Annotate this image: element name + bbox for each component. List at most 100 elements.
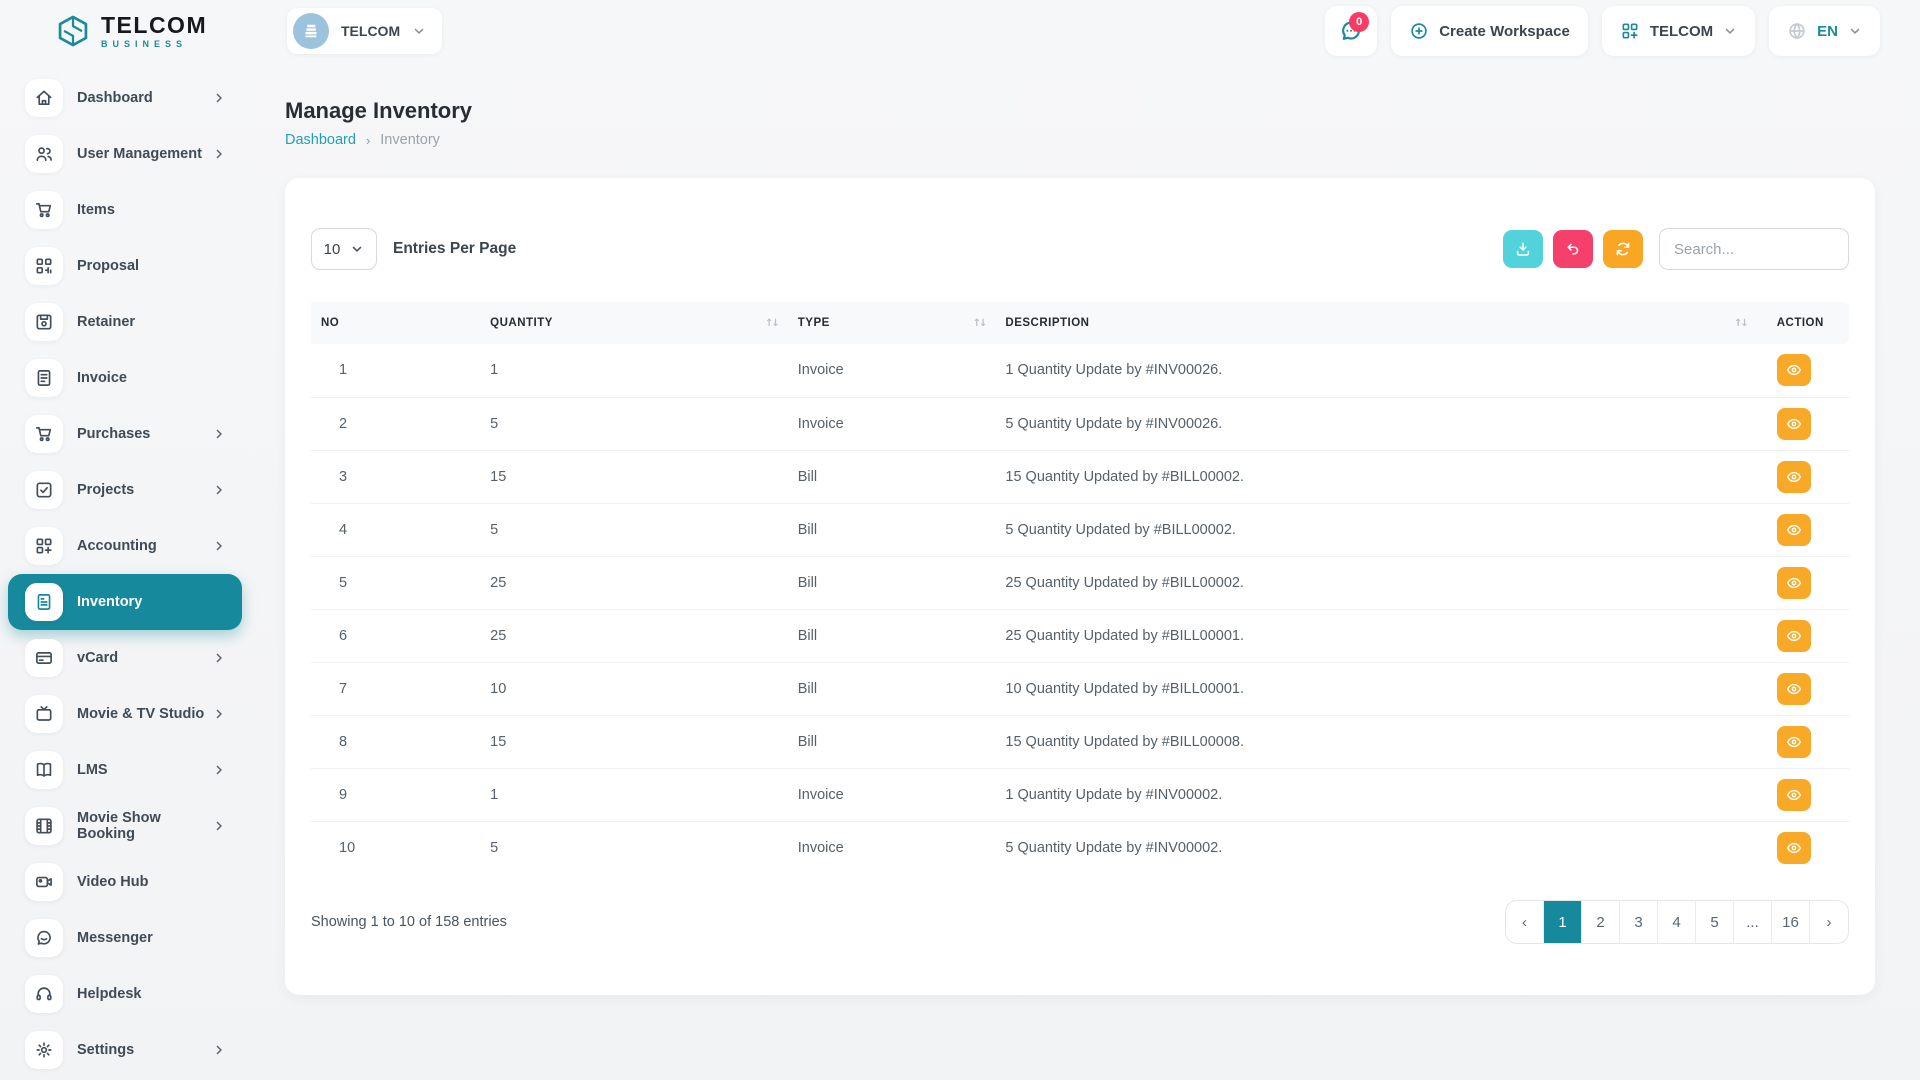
sort-icon[interactable]: ↑↓ — [973, 318, 986, 329]
cell-type: Bill — [788, 556, 996, 609]
grid-plus-icon — [1620, 21, 1640, 41]
eye-icon — [1785, 468, 1803, 486]
table-row: 7 10 Bill 10 Quantity Updated by #BILL00… — [311, 662, 1849, 715]
view-button[interactable] — [1777, 514, 1811, 546]
table-row: 9 1 Invoice 1 Quantity Update by #INV000… — [311, 768, 1849, 821]
sidebar-item-inventory[interactable]: Inventory — [8, 574, 242, 630]
page-4[interactable]: 4 — [1658, 901, 1696, 943]
table-row: 1 1 Invoice 1 Quantity Update by #INV000… — [311, 344, 1849, 397]
sidebar-item-user-management[interactable]: User Management — [8, 126, 242, 182]
chat-icon — [25, 919, 63, 957]
sidebar-item-proposal[interactable]: Proposal — [8, 238, 242, 294]
sidebar-item-lms[interactable]: LMS — [8, 742, 242, 798]
page-ellipsis[interactable]: ... — [1734, 901, 1772, 943]
eye-icon — [1785, 786, 1803, 804]
sidebar-item-projects[interactable]: Projects — [8, 462, 242, 518]
page-5[interactable]: 5 — [1696, 901, 1734, 943]
cell-type: Bill — [788, 609, 996, 662]
entries-per-page-label: Entries Per Page — [393, 240, 516, 258]
chevron-down-icon — [350, 242, 364, 256]
sidebar-item-label: Inventory — [77, 594, 142, 610]
card-icon — [25, 639, 63, 677]
sidebar-item-accounting[interactable]: Accounting — [8, 518, 242, 574]
view-button[interactable] — [1777, 726, 1811, 758]
cell-quantity: 5 — [480, 821, 788, 874]
sidebar-item-label: Projects — [77, 482, 134, 498]
cart-icon — [25, 191, 63, 229]
sort-icon[interactable]: ↑↓ — [765, 318, 778, 329]
refresh-button[interactable] — [1603, 230, 1643, 268]
next-page-button[interactable]: › — [1810, 901, 1848, 943]
sidebar-item-invoice[interactable]: Invoice — [8, 350, 242, 406]
search-input[interactable] — [1659, 228, 1849, 270]
chevron-down-icon — [412, 24, 426, 38]
page-3[interactable]: 3 — [1620, 901, 1658, 943]
inventory-table: NO ↑↓ QUANTITY ↑↓ TYPE ↑↓ — [311, 302, 1849, 874]
sidebar-item-label: Dashboard — [77, 90, 153, 106]
users-icon — [25, 135, 63, 173]
view-button[interactable] — [1777, 673, 1811, 705]
workspace-menu-button[interactable]: TELCOM — [1602, 6, 1755, 56]
view-button[interactable] — [1777, 354, 1811, 386]
language-selector[interactable]: EN — [1769, 6, 1880, 56]
chevron-right-icon — [212, 763, 226, 777]
create-workspace-button[interactable]: Create Workspace — [1391, 6, 1588, 56]
gear-icon — [25, 1031, 63, 1069]
sidebar-item-label: Items — [77, 202, 115, 218]
view-button[interactable] — [1777, 408, 1811, 440]
sidebar-item-dashboard[interactable]: Dashboard — [8, 70, 242, 126]
table-row: 5 25 Bill 25 Quantity Updated by #BILL00… — [311, 556, 1849, 609]
column-header[interactable]: TYPE ↑↓ — [788, 302, 996, 344]
sidebar-item-movie-tv-studio[interactable]: Movie & TV Studio — [8, 686, 242, 742]
view-button[interactable] — [1777, 832, 1811, 864]
download-button[interactable] — [1503, 230, 1543, 268]
sidebar-item-vcard[interactable]: vCard — [8, 630, 242, 686]
view-button[interactable] — [1777, 620, 1811, 652]
sidebar-item-messenger[interactable]: Messenger — [8, 910, 242, 966]
chat-button[interactable]: 0 — [1325, 6, 1377, 56]
cell-no: 2 — [311, 397, 480, 450]
cell-description: 5 Quantity Update by #INV00026. — [995, 397, 1756, 450]
sidebar-item-movie-show-booking[interactable]: Movie Show Booking — [8, 798, 242, 854]
sidebar-item-retainer[interactable]: Retainer — [8, 294, 242, 350]
column-header[interactable]: DESCRIPTION ↑↓ — [995, 302, 1756, 344]
view-button[interactable] — [1777, 567, 1811, 599]
sidebar-item-video-hub[interactable]: Video Hub — [8, 854, 242, 910]
cell-description: 5 Quantity Updated by #BILL00002. — [995, 503, 1756, 556]
cell-type: Invoice — [788, 344, 996, 397]
cell-description: 1 Quantity Update by #INV00026. — [995, 344, 1756, 397]
view-button[interactable] — [1777, 461, 1811, 493]
prev-page-button[interactable]: ‹ — [1506, 901, 1544, 943]
download-icon — [1514, 240, 1532, 258]
column-header-label: ACTION — [1777, 317, 1824, 329]
cell-no: 10 — [311, 821, 480, 874]
sidebar-item-items[interactable]: Items — [8, 182, 242, 238]
language-label: EN — [1817, 23, 1838, 40]
cell-quantity: 1 — [480, 344, 788, 397]
page-1[interactable]: 1 — [1544, 901, 1582, 943]
workspace-selector[interactable]: TELCOM — [287, 8, 442, 54]
cell-type: Bill — [788, 662, 996, 715]
page-2[interactable]: 2 — [1582, 901, 1620, 943]
sidebar-item-purchases[interactable]: Purchases — [8, 406, 242, 462]
cell-description: 15 Quantity Updated by #BILL00008. — [995, 715, 1756, 768]
column-header[interactable]: QUANTITY ↑↓ — [480, 302, 788, 344]
table-row: 8 15 Bill 15 Quantity Updated by #BILL00… — [311, 715, 1849, 768]
column-header-label: DESCRIPTION — [1005, 317, 1089, 329]
entries-per-page-select[interactable]: 10 — [311, 228, 377, 270]
sidebar-item-label: User Management — [77, 146, 202, 162]
undo-button[interactable] — [1553, 230, 1593, 268]
cell-quantity: 15 — [480, 450, 788, 503]
chevron-right-icon — [212, 539, 226, 553]
page-16[interactable]: 16 — [1772, 901, 1810, 943]
view-button[interactable] — [1777, 779, 1811, 811]
brand-name: TELCOM — [101, 14, 207, 37]
tv-icon — [25, 695, 63, 733]
cell-no: 8 — [311, 715, 480, 768]
breadcrumb-dashboard-link[interactable]: Dashboard — [285, 132, 356, 148]
sidebar-item-helpdesk[interactable]: Helpdesk — [8, 966, 242, 1022]
cell-quantity: 5 — [480, 397, 788, 450]
sort-icon[interactable]: ↑↓ — [1734, 318, 1747, 329]
check-square-icon — [25, 471, 63, 509]
sidebar-item-settings[interactable]: Settings — [8, 1022, 242, 1078]
